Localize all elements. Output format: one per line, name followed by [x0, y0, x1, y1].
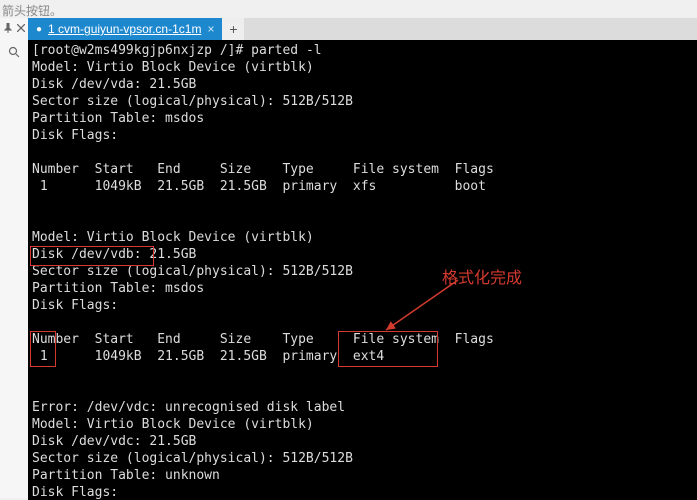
- out-vda-1: Disk /dev/vda: 21.5GB: [32, 77, 196, 92]
- pin-icon[interactable]: [3, 23, 13, 33]
- out-vdc-0: Error: /dev/vdc: unrecognised disk label: [32, 400, 345, 415]
- out-vdb-7: 1 1049kB 21.5GB 21.5GB primary ext4: [32, 349, 384, 364]
- tab-bar: ● 1 cvm-guiyun-vpsor.cn-1c1m × +: [28, 18, 697, 40]
- out-vdb-4: Disk Flags:: [32, 298, 118, 313]
- out-vdc-2: Disk /dev/vdc: 21.5GB: [32, 434, 196, 449]
- out-vdc-5: Disk Flags:: [32, 485, 118, 500]
- out-vdb-3: Partition Table: msdos: [32, 281, 204, 296]
- out-vda-2: Sector size (logical/physical): 512B/512…: [32, 94, 353, 109]
- left-gutter: [0, 18, 29, 498]
- out-vdb-1: Disk /dev/vdb: 21.5GB: [32, 247, 196, 262]
- command: parted -l: [251, 43, 321, 58]
- out-vda-3: Partition Table: msdos: [32, 111, 204, 126]
- prompt: [root@w2ms499kgjp6nxjzp /]#: [32, 43, 251, 58]
- out-vda-6: Number Start End Size Type File system F…: [32, 162, 494, 177]
- search-icon[interactable]: [8, 46, 20, 58]
- out-vdc-4: Partition Table: unknown: [32, 468, 220, 483]
- tab-close-icon[interactable]: ×: [207, 22, 214, 36]
- tab-active-indicator: ●: [36, 24, 42, 35]
- tab-title: 1 cvm-guiyun-vpsor.cn-1c1m: [48, 22, 201, 36]
- tab-add-button[interactable]: +: [222, 18, 244, 40]
- tab-session-1[interactable]: ● 1 cvm-guiyun-vpsor.cn-1c1m ×: [28, 18, 222, 40]
- close-icon[interactable]: [17, 24, 25, 32]
- out-vdb-2: Sector size (logical/physical): 512B/512…: [32, 264, 353, 279]
- instruction-text: 箭头按钮。: [2, 2, 62, 19]
- out-vdc-3: Sector size (logical/physical): 512B/512…: [32, 451, 353, 466]
- out-vdb-6: Number Start End Size Type File system F…: [32, 332, 494, 347]
- out-vda-4: Disk Flags:: [32, 128, 118, 143]
- out-vda-7: 1 1049kB 21.5GB 21.5GB primary xfs boot: [32, 179, 486, 194]
- out-vdc-1: Model: Virtio Block Device (virtblk): [32, 417, 314, 432]
- out-vdb-0: Model: Virtio Block Device (virtblk): [32, 230, 314, 245]
- terminal-output[interactable]: [root@w2ms499kgjp6nxjzp /]# parted -l Mo…: [28, 40, 697, 500]
- out-vda-0: Model: Virtio Block Device (virtblk): [32, 60, 314, 75]
